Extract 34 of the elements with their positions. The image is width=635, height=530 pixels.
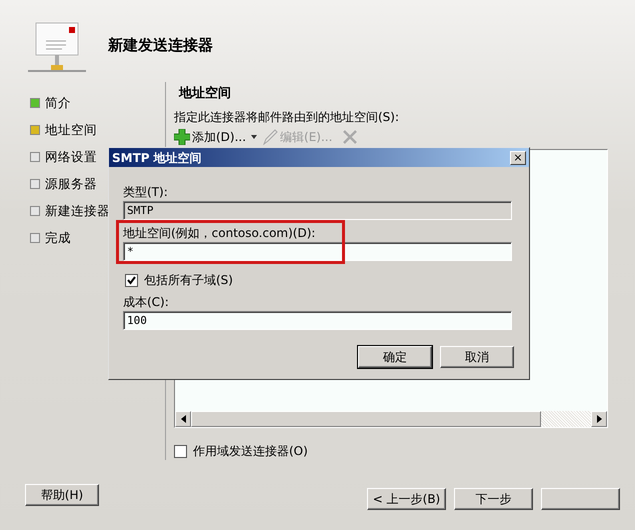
scroll-thumb[interactable]	[191, 411, 541, 427]
wizard-title: 新建发送连接器	[108, 34, 213, 56]
checkbox[interactable]	[174, 444, 187, 458]
text-field[interactable]: *	[123, 242, 512, 261]
plus-icon	[174, 129, 190, 146]
section-heading: 地址空间	[179, 84, 232, 103]
field-label: 类型(T):	[123, 185, 169, 199]
step-label[interactable]: 源服务器	[45, 174, 97, 194]
field-label: 地址空间(例如，contoso.com)(D):	[123, 226, 316, 240]
text-field[interactable]: 100	[123, 311, 512, 330]
step-label[interactable]: 网络设置	[45, 148, 97, 166]
step-label[interactable]: 新建连接器	[45, 202, 110, 220]
description-text: 指定此连接器将邮件路由到的地址空间(S):	[174, 108, 400, 126]
step-label[interactable]: 完成	[45, 228, 71, 248]
dialog-button[interactable]: 取消	[440, 346, 514, 368]
scroll-left-icon[interactable]	[175, 411, 191, 427]
scroll-right-icon[interactable]	[591, 411, 607, 427]
step-label[interactable]: 地址空间	[45, 120, 97, 140]
nav-button[interactable]	[541, 488, 620, 510]
pencil-icon	[262, 129, 278, 146]
checkbox-label: 作用域发送连接器(O)	[193, 443, 308, 460]
nav-button[interactable]: < 上一步(B)	[367, 488, 446, 510]
field-label: 成本(C):	[123, 295, 170, 309]
step-label[interactable]: 简介	[45, 94, 71, 112]
help-button[interactable]: 帮助(H)	[25, 484, 99, 506]
dialog-button[interactable]: 确定	[358, 346, 432, 368]
checkbox-label: 包括所有子域(S)	[144, 272, 233, 289]
horizontal-scrollbar[interactable]	[175, 411, 607, 427]
close-button[interactable]: ×	[510, 150, 526, 164]
dialog-title: SMTP 地址空间	[112, 150, 202, 166]
dropdown-caret-icon[interactable]	[250, 134, 258, 140]
add-button[interactable]: 添加(D)...	[174, 128, 246, 146]
checkbox[interactable]	[125, 274, 138, 286]
nav-button[interactable]: 下一步	[454, 488, 533, 510]
